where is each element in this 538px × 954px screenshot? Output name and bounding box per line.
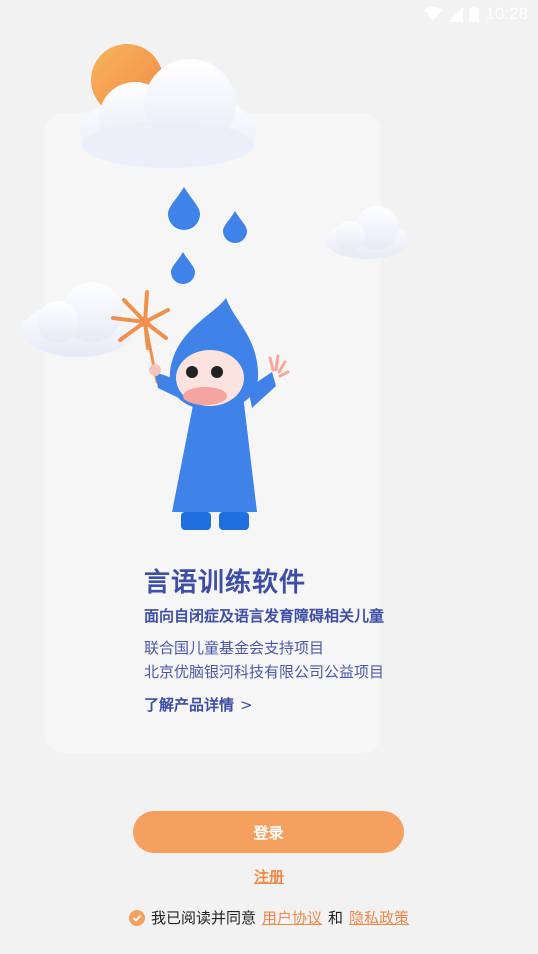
chevron-right-icon: >	[240, 695, 253, 714]
status-icons: 10:28	[424, 4, 528, 24]
register-link[interactable]: 注册	[0, 866, 538, 887]
user-agreement-link[interactable]: 用户协议	[262, 907, 322, 928]
agreement-and: 和	[328, 909, 344, 927]
login-button[interactable]: 登录	[133, 811, 404, 853]
wifi-icon	[424, 7, 443, 21]
check-icon[interactable]	[128, 909, 145, 926]
sun-icon	[91, 44, 163, 116]
signal-icon	[448, 6, 464, 22]
agreement-row: 我已阅读并同意 用户协议 和 隐私政策	[0, 907, 538, 928]
status-time: 10:28	[485, 4, 528, 23]
battery-icon	[469, 6, 480, 22]
product-details-link[interactable]: 了解产品详情 >	[144, 694, 253, 715]
product-title: 言语训练软件	[144, 568, 307, 598]
agreement-prefix: 我已阅读并同意	[150, 909, 256, 927]
product-subtitle: 面向自闭症及语言发育障碍相关儿童	[144, 607, 385, 625]
status-bar: 10:28	[0, 0, 538, 28]
privacy-policy-link[interactable]: 隐私政策	[349, 907, 409, 928]
company-line: 北京优脑银河科技有限公司公益项目	[144, 663, 385, 681]
support-line: 联合国儿童基金会支持项目	[144, 639, 325, 657]
product-details-label: 了解产品详情	[144, 696, 235, 714]
